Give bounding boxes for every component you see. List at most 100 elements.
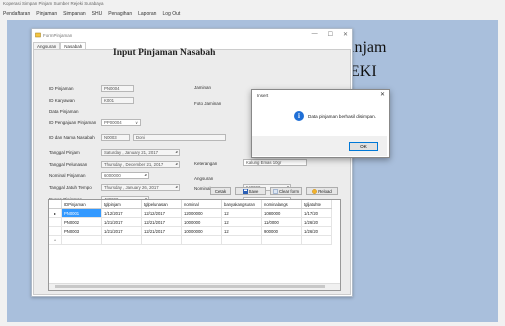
grid-header-row: IDPinjaman tglpinjam tglpelunasan nomina… (49, 200, 332, 209)
save-button[interactable]: Save (235, 187, 266, 195)
grid-cell[interactable]: 1/12/2017 (101, 208, 142, 218)
grid-cell[interactable]: 12 (221, 208, 262, 218)
grid-cell[interactable]: 1080000 (261, 208, 302, 218)
label-id-pengajuan: ID Pengajuan Pinjaman (49, 120, 97, 125)
grid-cell[interactable]: 1/26/20 (301, 217, 332, 227)
dialog-body (252, 102, 387, 136)
label-data-pinjaman: Data Pinjaman (49, 109, 79, 114)
menu-shu[interactable]: SHU (92, 11, 103, 17)
background-title-line1: injam (350, 39, 387, 56)
column-header[interactable]: IDPinjaman (61, 200, 102, 209)
clear-form-button[interactable]: Clear form (270, 187, 302, 195)
grid-cell[interactable]: 12/21/2017 (141, 217, 182, 227)
grid-cell[interactable]: PN0002 (61, 217, 102, 227)
window-title: FormPinjaman (43, 32, 73, 38)
tanggal-pinjam-picker[interactable]: Saturday , January 21, 2017 (101, 149, 180, 156)
grid-cell[interactable]: 12/12/2017 (141, 208, 182, 218)
pinjaman-data-grid[interactable]: IDPinjaman tglpinjam tglpelunasan nomina… (48, 199, 341, 291)
dialog-title: Insert (257, 93, 269, 98)
insert-message-dialog: Insert ✕ i Data pinjaman berhasil disimp… (251, 89, 390, 158)
background-title-line2: EKI (350, 63, 377, 80)
column-header[interactable]: banyakangsuran (221, 200, 262, 209)
grid-cell[interactable]: 900000 (261, 226, 302, 236)
column-header[interactable]: tgljatuhte (301, 200, 332, 209)
column-header[interactable]: tglpinjam (101, 200, 142, 209)
clear-form-label: Clear form (278, 188, 300, 194)
grid-cell[interactable]: 12 (221, 217, 262, 227)
label-tanggal-jatuh-tempo: Tanggal Jatuh Tempo (49, 185, 92, 190)
label-tanggal-pelunasan: Tanggal Pelunasan (49, 162, 88, 167)
save-label: Save (248, 188, 259, 194)
label-keterangan: Keterangan (194, 161, 218, 166)
reload-label: Reload (318, 188, 332, 194)
table-row[interactable]: PN0003 1/21/2017 12/21/2017 10000000 12 … (49, 226, 332, 236)
menu-laporan[interactable]: Laporan (138, 11, 156, 17)
close-button[interactable]: ✕ (343, 31, 348, 38)
menu-pendaftaran[interactable]: Pendaftaran (3, 11, 30, 17)
tanggal-pelunasan-picker[interactable]: Thursday , December 21, 2017 (101, 161, 180, 168)
grid-cell[interactable]: 12/21/2017 (141, 226, 182, 236)
reload-icon (312, 188, 318, 194)
grid-table: IDPinjaman tglpinjam tglpelunasan nomina… (49, 200, 332, 245)
row-selector[interactable]: * (49, 235, 62, 245)
save-icon (242, 188, 248, 194)
table-row-new[interactable]: * (49, 235, 332, 245)
tanggal-jatuh-tempo-picker[interactable]: Thursday , January 26, 2017 (101, 184, 180, 191)
id-karyawan-field[interactable]: K001 (101, 97, 134, 104)
table-row[interactable]: ▸ PN0001 1/12/2017 12/12/2017 12000000 1… (49, 208, 332, 218)
grid-cell[interactable]: 10000000 (181, 226, 222, 236)
row-selector[interactable] (49, 226, 62, 236)
minimize-button[interactable]: — (312, 31, 318, 38)
label-nominal-pinjaman: Nominal Pinjaman (49, 173, 86, 178)
grid-cell[interactable]: 11/0000 (261, 217, 302, 227)
keterangan-field[interactable]: Kalung Emas 10gr (243, 159, 307, 166)
maximize-button[interactable]: ☐ (328, 31, 333, 38)
cetak-button[interactable]: Cetak (210, 187, 231, 195)
grid-corner (49, 200, 62, 209)
column-header[interactable]: nominal (181, 200, 222, 209)
grid-cell[interactable]: 1/26/20 (301, 226, 332, 236)
grid-cell[interactable]: 1/17/20 (301, 208, 332, 218)
cetak-label: Cetak (214, 188, 227, 194)
menu-bar: Pendaftaran Pinjaman Simpanan SHU Penagi… (0, 9, 505, 19)
column-header[interactable]: tglpelunasan (141, 200, 182, 209)
label-jaminan: Jaminan (194, 85, 212, 90)
menu-logout[interactable]: Log Out (162, 11, 180, 17)
label-id-nama-nasabah: ID dan Nama Nasabah (49, 135, 95, 140)
clear-icon (273, 188, 278, 194)
id-pinjaman-field[interactable]: PN0004 (101, 85, 134, 92)
row-selector[interactable] (49, 217, 62, 227)
info-icon: i (294, 111, 304, 121)
menu-penagihan[interactable]: Penagihan (108, 11, 132, 17)
app-title: Koperasi Simpan Pinjam Sumber Rejeki Sur… (3, 1, 104, 6)
dialog-message: Data pinjaman berhasil disimpan. (308, 114, 376, 119)
menu-simpanan[interactable]: Simpanan (63, 11, 86, 17)
row-selector[interactable]: ▸ (49, 208, 62, 218)
grid-cell[interactable]: 1/21/2017 (101, 217, 142, 227)
app-icon (35, 32, 41, 38)
grid-cell[interactable]: PN0003 (61, 226, 102, 236)
grid-cell[interactable]: PN0001 (61, 208, 102, 218)
reload-button[interactable]: Reload (306, 187, 338, 195)
grid-horizontal-scrollbar[interactable] (49, 283, 340, 290)
form-title: Input Pinjaman Nasabah (113, 48, 216, 58)
grid-cell[interactable]: 12000000 (181, 208, 222, 218)
table-row[interactable]: PN0002 1/21/2017 12/21/2017 1000000 12 1… (49, 217, 332, 227)
grid-cell[interactable]: 1000000 (181, 217, 222, 227)
grid-cell[interactable]: 12 (221, 226, 262, 236)
label-foto-jaminan: Foto Jaminan (194, 101, 222, 106)
nominal-pinjaman-field[interactable]: 6000000 (101, 172, 149, 179)
menu-pinjaman[interactable]: Pinjaman (36, 11, 57, 17)
label-id-karyawan: ID Karyawan (49, 98, 75, 103)
id-pengajuan-select[interactable]: PP00004 (101, 119, 141, 126)
column-header[interactable]: nominalangs (261, 200, 302, 209)
dialog-ok-button[interactable]: OK (349, 142, 378, 151)
grid-cell[interactable]: 1/21/2017 (101, 226, 142, 236)
window-titlebar[interactable]: FormPinjaman — ☐ ✕ (32, 29, 352, 41)
scrollbar-thumb[interactable] (55, 285, 325, 288)
label-id-pinjaman: ID Pinjaman (49, 86, 74, 91)
label-tanggal-pinjam: Tanggal Pinjam (49, 150, 80, 155)
id-nasabah-field[interactable]: N0003 (101, 134, 130, 141)
dialog-close-button[interactable]: ✕ (380, 91, 385, 98)
nama-nasabah-field[interactable]: Doni (133, 134, 226, 141)
